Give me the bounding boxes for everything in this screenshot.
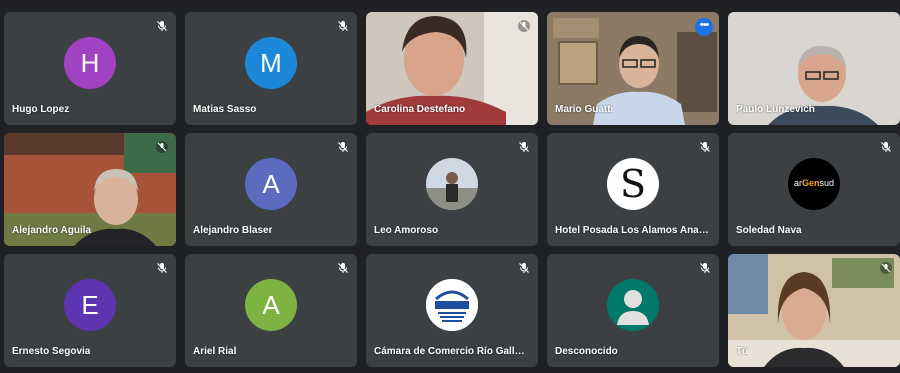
- avatar: M: [245, 36, 297, 89]
- self-video-tile[interactable]: Tú: [728, 254, 900, 367]
- mic-off-icon: [519, 142, 529, 152]
- participant-video-tile[interactable]: Carolina Destefano: [366, 12, 538, 125]
- participant-name: Paulo Lunzevich: [736, 104, 815, 115]
- participant-tile[interactable]: A Alejandro Blaser: [185, 133, 357, 246]
- mic-off-icon: [156, 141, 168, 153]
- self-video: [728, 254, 900, 367]
- participant-video-tile[interactable]: Alejandro Aguila: [4, 133, 176, 246]
- avatar: [426, 157, 478, 210]
- avatar: E: [64, 278, 116, 331]
- participant-name: Mario Guatti: [555, 104, 614, 115]
- participant-tile[interactable]: Leo Amoroso: [366, 133, 538, 246]
- participant-name: Carolina Destefano: [374, 104, 466, 115]
- participant-name: Hotel Posada Los Alamos Ana Vell...: [555, 225, 711, 236]
- mic-off-icon: [519, 263, 529, 273]
- mic-off-icon: [338, 142, 348, 152]
- participant-video-tile[interactable]: ••• Mario Guatti: [547, 12, 719, 125]
- participant-name: Matias Sasso: [193, 104, 257, 115]
- avatar: A: [245, 278, 297, 331]
- participant-name: Ernesto Segovia: [12, 346, 91, 357]
- participant-tile[interactable]: Cámara de Comercio Río Gallegos: [366, 254, 538, 367]
- participant-name: Soledad Nava: [736, 225, 802, 236]
- participant-grid: H Hugo Lopez M Matias Sasso Carolina Des…: [4, 12, 900, 367]
- profile-photo: [426, 157, 478, 210]
- mic-off-icon: [700, 142, 710, 152]
- camara-comercio-logo: [426, 278, 478, 331]
- participant-tile[interactable]: A Ariel Rial: [185, 254, 357, 367]
- more-options-button[interactable]: •••: [695, 18, 713, 36]
- avatar: H: [64, 36, 116, 89]
- participant-tile[interactable]: S Hotel Posada Los Alamos Ana Vell...: [547, 133, 719, 246]
- participant-tile[interactable]: arGensud Soledad Nava: [728, 133, 900, 246]
- participant-tile[interactable]: E Ernesto Segovia: [4, 254, 176, 367]
- mic-off-icon: [157, 263, 167, 273]
- mic-off-icon: [338, 21, 348, 31]
- participant-name: Desconocido: [555, 346, 618, 357]
- mic-off-icon: [157, 21, 167, 31]
- participant-name: Leo Amoroso: [374, 225, 439, 236]
- participant-name: Hugo Lopez: [12, 104, 70, 115]
- participant-tile[interactable]: H Hugo Lopez: [4, 12, 176, 125]
- participant-name: Tú: [736, 346, 749, 357]
- participant-name: Alejandro Blaser: [193, 225, 273, 236]
- participant-name: Ariel Rial: [193, 346, 237, 357]
- avatar: [607, 278, 659, 331]
- mic-off-icon: [881, 142, 891, 152]
- mic-off-icon: [518, 20, 530, 32]
- participant-name: Cámara de Comercio Río Gallegos: [374, 346, 530, 357]
- participant-tile[interactable]: M Matias Sasso: [185, 12, 357, 125]
- avatar: A: [245, 157, 297, 210]
- argensud-logo: arGensud: [788, 157, 840, 210]
- camara-logo-emblem: [426, 278, 478, 331]
- participant-tile[interactable]: Desconocido: [547, 254, 719, 367]
- mic-off-icon: [700, 263, 710, 273]
- mic-off-icon: [338, 263, 348, 273]
- mic-off-icon: [880, 262, 892, 274]
- person-icon: [617, 289, 649, 325]
- hotel-logo: S: [607, 157, 659, 210]
- participant-name: Alejandro Aguila: [12, 225, 92, 236]
- participant-video-tile[interactable]: Paulo Lunzevich: [728, 12, 900, 125]
